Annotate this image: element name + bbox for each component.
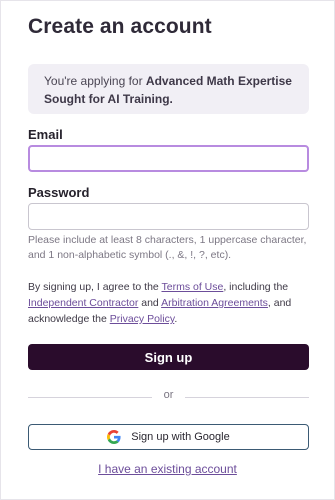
- terms-agreement: By signing up, I agree to the Terms of U…: [28, 279, 313, 327]
- terms-text-5: .: [174, 313, 178, 325]
- email-label: Email: [28, 127, 63, 142]
- email-field[interactable]: [28, 145, 309, 172]
- google-button-label: Sign up with Google: [131, 431, 230, 443]
- terms-of-use-link[interactable]: Terms of Use: [161, 281, 223, 293]
- page-title: Create an account: [28, 15, 212, 38]
- independent-contractor-link[interactable]: Independent Contractor: [28, 297, 138, 309]
- google-sign-up-button[interactable]: Sign up with Google: [28, 424, 309, 450]
- existing-account-link[interactable]: I have an existing account: [0, 462, 335, 476]
- password-field[interactable]: [28, 203, 309, 230]
- or-divider: or: [28, 389, 309, 405]
- divider-line-right: [185, 397, 309, 398]
- divider-label: or: [163, 389, 174, 401]
- sign-up-button[interactable]: Sign up: [28, 344, 309, 370]
- application-notice: You're applying for Advanced Math Expert…: [28, 64, 309, 114]
- privacy-policy-link[interactable]: Privacy Policy: [110, 313, 175, 325]
- arbitration-agreements-link[interactable]: Arbitration Agreements: [161, 297, 268, 309]
- terms-text-2: , including the: [223, 281, 289, 293]
- notice-prefix: You're applying for: [44, 74, 146, 88]
- password-hint: Please include at least 8 characters, 1 …: [28, 234, 307, 261]
- terms-text-1: By signing up, I agree to the: [28, 281, 162, 293]
- password-label: Password: [28, 185, 90, 200]
- google-icon: [107, 430, 121, 444]
- terms-text-3: and: [138, 297, 162, 309]
